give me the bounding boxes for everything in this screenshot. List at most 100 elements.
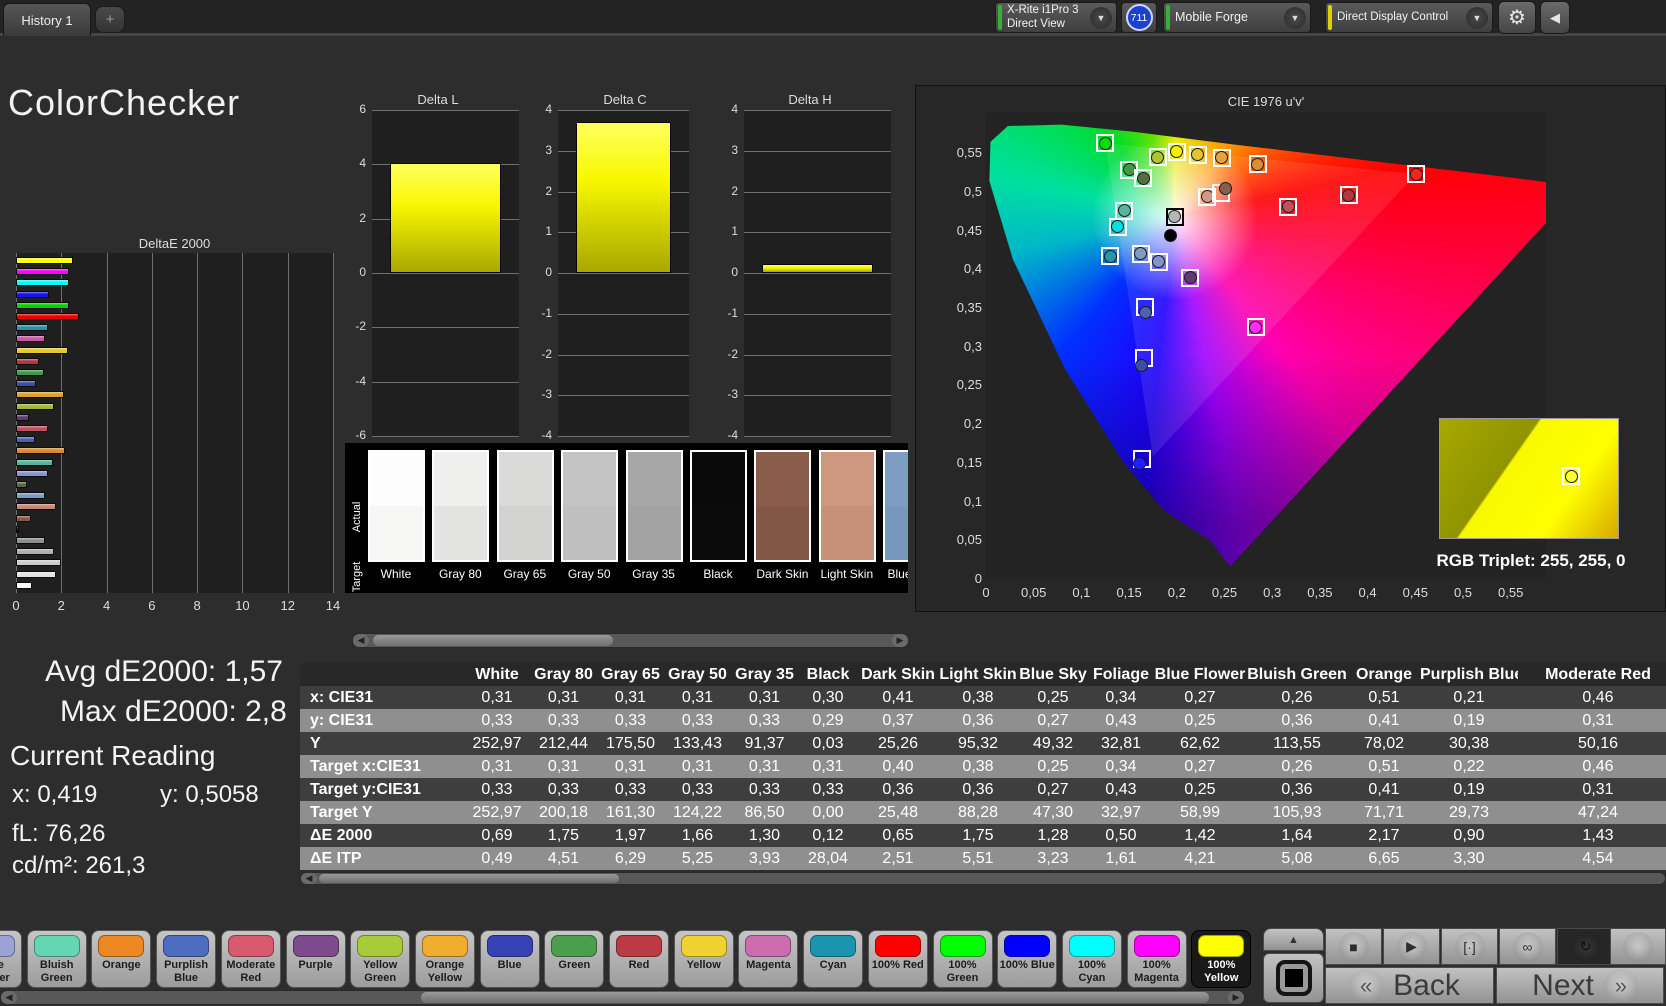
table-cell: 1,66 [664,827,731,845]
pattern-swatch [357,935,403,957]
pattern-button-bluish-green[interactable]: Bluish Green [27,930,87,988]
add-tab-button[interactable]: + [95,6,125,33]
table-cell: 30,38 [1420,735,1518,753]
pattern-button-purple[interactable]: Purple [286,930,346,988]
play-button[interactable]: ▶ [1383,928,1440,965]
table-cell: 1,61 [1088,850,1154,868]
gridline [744,273,891,274]
cie-measured-dot [1184,271,1197,284]
next-button[interactable]: Next» [1496,967,1664,1004]
workflow-dropdown[interactable]: Direct Display Control ▼ [1325,2,1493,33]
scroll-thumb[interactable] [421,992,1209,1003]
source-status-bar [1166,5,1170,30]
pattern-button-100-red[interactable]: 100% Red [868,930,928,988]
scroll-left-arrow[interactable]: ◀ [301,873,317,884]
chevron-left-icon[interactable]: ◀ [1540,1,1570,34]
scroll-left-arrow[interactable]: ◀ [353,634,369,647]
scroll-right-arrow[interactable]: ▶ [1228,991,1244,1004]
refresh-button[interactable]: ↻ [1557,928,1614,965]
table-cell: 2,51 [858,850,938,868]
source-dropdown[interactable]: Mobile Forge ▼ [1163,2,1311,33]
de2000-x-tick: 14 [323,598,343,613]
page-title: ColorChecker [8,82,240,124]
pattern-label: Bluish Green [28,959,86,984]
gridline [372,382,519,383]
table-cell: 1,43 [1518,827,1666,845]
gear-icon[interactable]: ⚙ [1498,1,1536,34]
row-label: y: CIE31 [300,712,464,730]
scroll-left-arrow[interactable]: ◀ [1,991,17,1004]
pattern-window-button[interactable] [1263,953,1324,1003]
delta-y-tick: -3 [714,387,738,401]
table-cell: 58,99 [1154,804,1246,822]
pattern-button-yellow-green[interactable]: Yellow Green [350,930,410,988]
pattern-button-magenta[interactable]: Magenta [738,930,798,988]
blank-button[interactable] [1610,928,1666,965]
pattern-label: Orange Yellow [416,959,474,984]
de2000-bar [16,537,45,544]
pattern-button-red[interactable]: Red [609,930,669,988]
workflow-label: Direct Display Control [1337,11,1462,25]
back-button[interactable]: «Back [1325,967,1494,1004]
delta-y-tick: 0 [714,265,738,279]
table-cell: 252,97 [464,804,530,822]
delta-y-tick: 1 [714,224,738,238]
de2000-bar [16,470,48,477]
table-row: y: CIE310,330,330,330,330,330,290,370,36… [300,709,1666,732]
swatch-actual [499,452,552,506]
swatch-label: Dark Skin [747,567,817,581]
pattern-button-100-cyan[interactable]: 100% Cyan [1062,930,1122,988]
table-cell: 0,37 [858,712,938,730]
loop-button[interactable]: ∞ [1499,928,1556,965]
de2000-bar [16,358,39,365]
pattern-button-green[interactable]: Green [544,930,604,988]
pattern-button-orange-yellow[interactable]: Orange Yellow [415,930,475,988]
swatch-label: Black [683,567,753,581]
meter-badge-button[interactable]: 711 [1121,2,1157,33]
pattern-button-blue[interactable]: Blue [480,930,540,988]
scroll-right-arrow[interactable]: ▶ [892,634,908,647]
pattern-button-blue-flower[interactable]: Blue Flower [0,930,22,988]
cie-x-tick: 0,4 [1348,585,1388,600]
table-cell: 0,21 [1420,689,1518,707]
table-cell: 88,28 [938,804,1018,822]
delta-y-tick: -1 [528,306,552,320]
pattern-button-100-blue[interactable]: 100% Blue [997,930,1057,988]
tab-history-1[interactable]: History 1 [3,3,91,36]
pattern-window-button[interactable]: [·] [1441,928,1498,965]
pattern-button-yellow[interactable]: Yellow [674,930,734,988]
delta-y-tick: -2 [342,319,366,333]
de2000-bar [16,391,64,398]
pattern-button-cyan[interactable]: Cyan [803,930,863,988]
cie-x-tick: 0,2 [1157,585,1197,600]
meter-dropdown[interactable]: X-Rite i1Pro 3 Direct View ▼ [995,2,1117,33]
pattern-button-100-magenta[interactable]: 100% Magenta [1127,930,1187,988]
reading-y: y: 0,5058 [160,781,259,809]
pattern-scrollbar[interactable]: ◀▶ [0,990,1245,1005]
swatch-label: Gray 50 [554,567,624,581]
pattern-swatch [293,935,339,957]
pattern-label: Yellow Green [351,959,409,984]
table-scrollbar[interactable]: ◀ [300,872,1666,885]
table-cell: 0,41 [1348,781,1420,799]
pattern-swatch [810,935,856,957]
pattern-button-100-green[interactable]: 100% Green [933,930,993,988]
de2000-bar-chart [16,253,333,593]
table-cell: 0,27 [1018,712,1088,730]
expand-patterns-button[interactable]: ▲ [1263,928,1324,951]
stop-button[interactable]: ■ [1325,928,1382,965]
pattern-button-orange[interactable]: Orange [91,930,151,988]
table-cell: 0,27 [1018,781,1088,799]
pattern-button-100-yellow[interactable]: 100% Yellow [1191,930,1251,988]
scroll-thumb[interactable] [319,874,619,883]
swatch-actual [885,452,908,506]
delta-y-tick: -2 [528,347,552,361]
scroll-thumb[interactable] [373,635,613,646]
table-cell: 0,51 [1348,758,1420,776]
pattern-button-purplish-blue[interactable]: Purplish Blue [156,930,216,988]
pattern-button-moderate-red[interactable]: Moderate Red [221,930,281,988]
cie-diagram-panel: CIE 1976 u'v' RGB Triplet: 255, 255, 0 0… [915,85,1666,612]
swatch-actual [563,452,616,506]
swatch-scrollbar[interactable]: ◀▶ [352,633,909,648]
table-cell: 124,22 [664,804,731,822]
